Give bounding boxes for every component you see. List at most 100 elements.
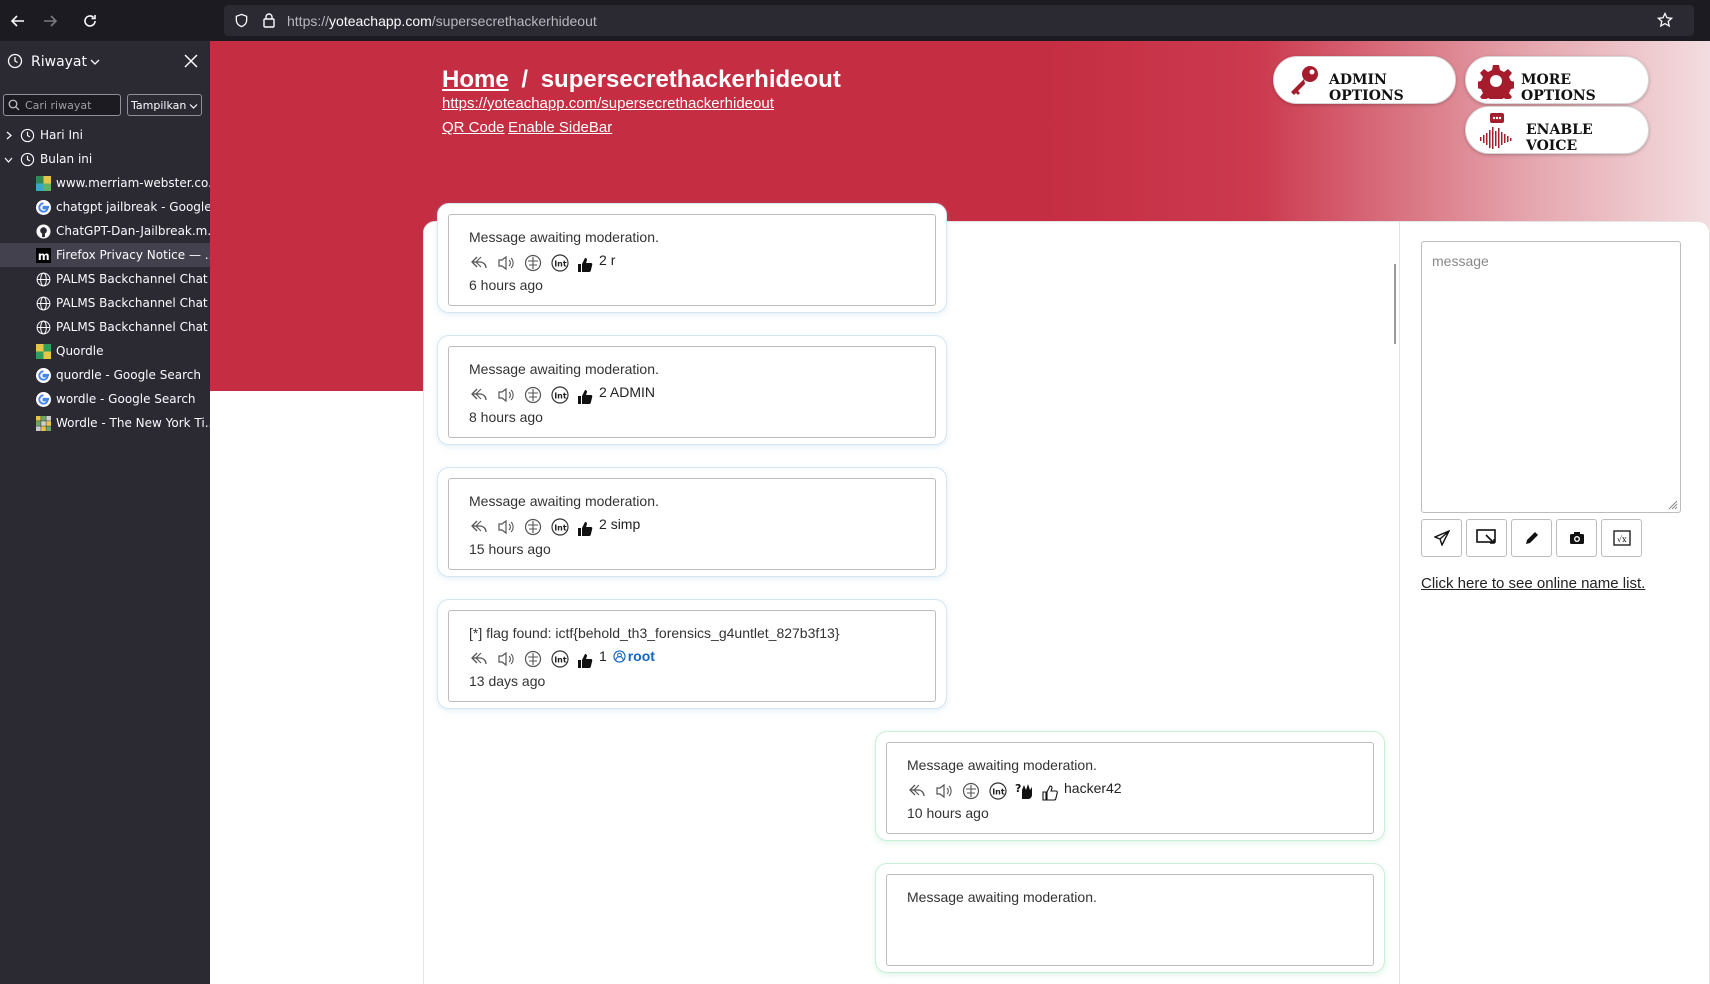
int-badge-icon[interactable]: Int (550, 649, 570, 669)
admin-options-button[interactable]: ADMIN OPTIONS (1273, 56, 1456, 104)
translate-icon[interactable] (523, 253, 543, 273)
send-button[interactable] (1421, 519, 1462, 557)
history-item[interactable]: ChatGPT-Dan-Jailbreak.m... (0, 219, 210, 243)
address-bar[interactable]: https://yoteachapp.com/supersecrethacker… (224, 5, 1694, 36)
globe-icon (36, 272, 51, 287)
speaker-icon[interactable] (496, 649, 516, 669)
chat-scrollbar[interactable] (1394, 264, 1396, 344)
thumbs-up-icon[interactable] (575, 255, 595, 275)
chevron-down-icon (4, 157, 13, 163)
message-timestamp: 10 hours ago (907, 805, 989, 821)
history-group-this-month[interactable]: Bulan ini (0, 147, 210, 171)
mozilla-favicon: m (36, 248, 51, 263)
message-author: r (610, 252, 616, 268)
reload-button[interactable] (77, 8, 103, 34)
wordle-favicon (36, 416, 51, 431)
camera-button[interactable] (1556, 519, 1597, 557)
history-item[interactable]: Wordle - The New York Ti... (0, 411, 210, 435)
history-item[interactable]: PALMS Backchannel Chat ... (0, 315, 210, 339)
message-timestamp: 13 days ago (469, 673, 546, 689)
vote-count: 2 (599, 252, 607, 268)
more-options-button[interactable]: MORE OPTIONS (1465, 56, 1649, 104)
translate-icon[interactable] (961, 781, 981, 801)
latex-button[interactable]: √x (1601, 519, 1642, 557)
int-badge-icon[interactable]: Int (988, 781, 1008, 801)
reply-icon[interactable] (469, 517, 489, 537)
reply-icon[interactable] (907, 781, 927, 801)
online-name-list-link[interactable]: Click here to see online name list. (1421, 575, 1645, 592)
search-icon (8, 99, 20, 111)
arrow-right-icon (44, 15, 58, 27)
history-item[interactable]: www.merriam-webster.co... (0, 171, 210, 195)
int-badge-icon[interactable]: Int (550, 253, 570, 273)
svg-text:?: ? (1015, 782, 1021, 795)
message-author: ADMIN (609, 384, 656, 400)
thumbs-up-icon[interactable] (1040, 783, 1060, 803)
translate-icon[interactable] (523, 517, 543, 537)
reply-icon[interactable] (469, 385, 489, 405)
merriam-webster-favicon (36, 176, 51, 191)
bookmark-star-icon[interactable] (1657, 12, 1673, 28)
thumbs-up-icon[interactable] (575, 519, 595, 539)
thumbs-up-icon[interactable] (575, 387, 595, 407)
url-text[interactable]: https://yoteachapp.com/supersecrethacker… (287, 13, 597, 29)
reply-icon[interactable] (469, 649, 489, 669)
vote-count: 2 (599, 384, 607, 400)
message-body: [*] flag found: ictf{behold_th3_forensic… (448, 610, 936, 702)
vote-and-author: hacker42 (1064, 780, 1122, 796)
quordle-favicon (36, 344, 51, 359)
history-item[interactable]: m Firefox Privacy Notice — ... (0, 243, 210, 267)
message-timestamp: 6 hours ago (469, 277, 543, 293)
thumbs-up-icon[interactable] (575, 651, 595, 671)
resize-handle-icon[interactable] (1668, 500, 1678, 510)
message-card: Message awaiting moderation. Int 2 simp 15 … (437, 467, 947, 577)
voice-waveform-icon (1480, 113, 1512, 149)
clock-icon (7, 53, 23, 69)
svg-text:√x: √x (1617, 535, 1627, 544)
message-input[interactable]: message (1421, 241, 1681, 513)
home-link[interactable]: Home (442, 66, 509, 93)
message-text: Message awaiting moderation. (469, 493, 659, 509)
translate-icon[interactable] (523, 385, 543, 405)
google-favicon (36, 200, 51, 215)
chevron-down-icon[interactable] (90, 58, 100, 66)
room-url-link[interactable]: https://yoteachapp.com/supersecrethacker… (442, 95, 774, 112)
chevron-down-icon (189, 104, 198, 109)
draw-button[interactable] (1511, 519, 1552, 557)
int-badge-icon[interactable]: Int (550, 385, 570, 405)
enable-voice-button[interactable]: ENABLE VOICE (1465, 106, 1649, 154)
raise-hand-icon[interactable]: ? (1015, 781, 1035, 801)
history-group-today[interactable]: Hari Ini (0, 123, 210, 147)
speaker-icon[interactable] (496, 385, 516, 405)
view-dropdown[interactable]: Tampilkan (127, 94, 202, 116)
back-button[interactable] (5, 8, 31, 34)
forward-button[interactable] (37, 8, 63, 34)
message-timestamp: 8 hours ago (469, 409, 543, 425)
globe-icon (36, 296, 51, 311)
qr-code-link[interactable]: QR Code (442, 119, 505, 136)
enable-sidebar-link[interactable]: Enable SideBar (508, 119, 612, 136)
screen-select-button[interactable] (1466, 519, 1507, 557)
svg-text:Int: Int (554, 656, 567, 665)
history-item[interactable]: PALMS Backchannel Chat ... (0, 291, 210, 315)
message-author[interactable]: root (628, 648, 655, 664)
history-item[interactable]: Quordle (0, 339, 210, 363)
speaker-icon[interactable] (496, 253, 516, 273)
sidebar-title[interactable]: Riwayat (31, 54, 87, 70)
history-item[interactable]: PALMS Backchannel Chat ... (0, 267, 210, 291)
close-icon[interactable] (184, 54, 198, 68)
history-item[interactable]: chatgpt jailbreak - Google ... (0, 195, 210, 219)
translate-icon[interactable] (523, 649, 543, 669)
speaker-icon[interactable] (934, 781, 954, 801)
int-badge-icon[interactable]: Int (550, 517, 570, 537)
shield-icon[interactable] (234, 13, 249, 28)
reply-icon[interactable] (469, 253, 489, 273)
history-sidebar: Riwayat Cari riwayat Tampilkan Hari Ini … (0, 41, 210, 984)
history-item[interactable]: wordle - Google Search (0, 387, 210, 411)
message-text: Message awaiting moderation. (907, 757, 1097, 773)
history-item[interactable]: quordle - Google Search (0, 363, 210, 387)
speaker-icon[interactable] (496, 517, 516, 537)
message-text: Message awaiting moderation. (469, 361, 659, 377)
lock-icon[interactable] (262, 12, 276, 28)
history-search-input[interactable]: Cari riwayat (3, 94, 121, 116)
